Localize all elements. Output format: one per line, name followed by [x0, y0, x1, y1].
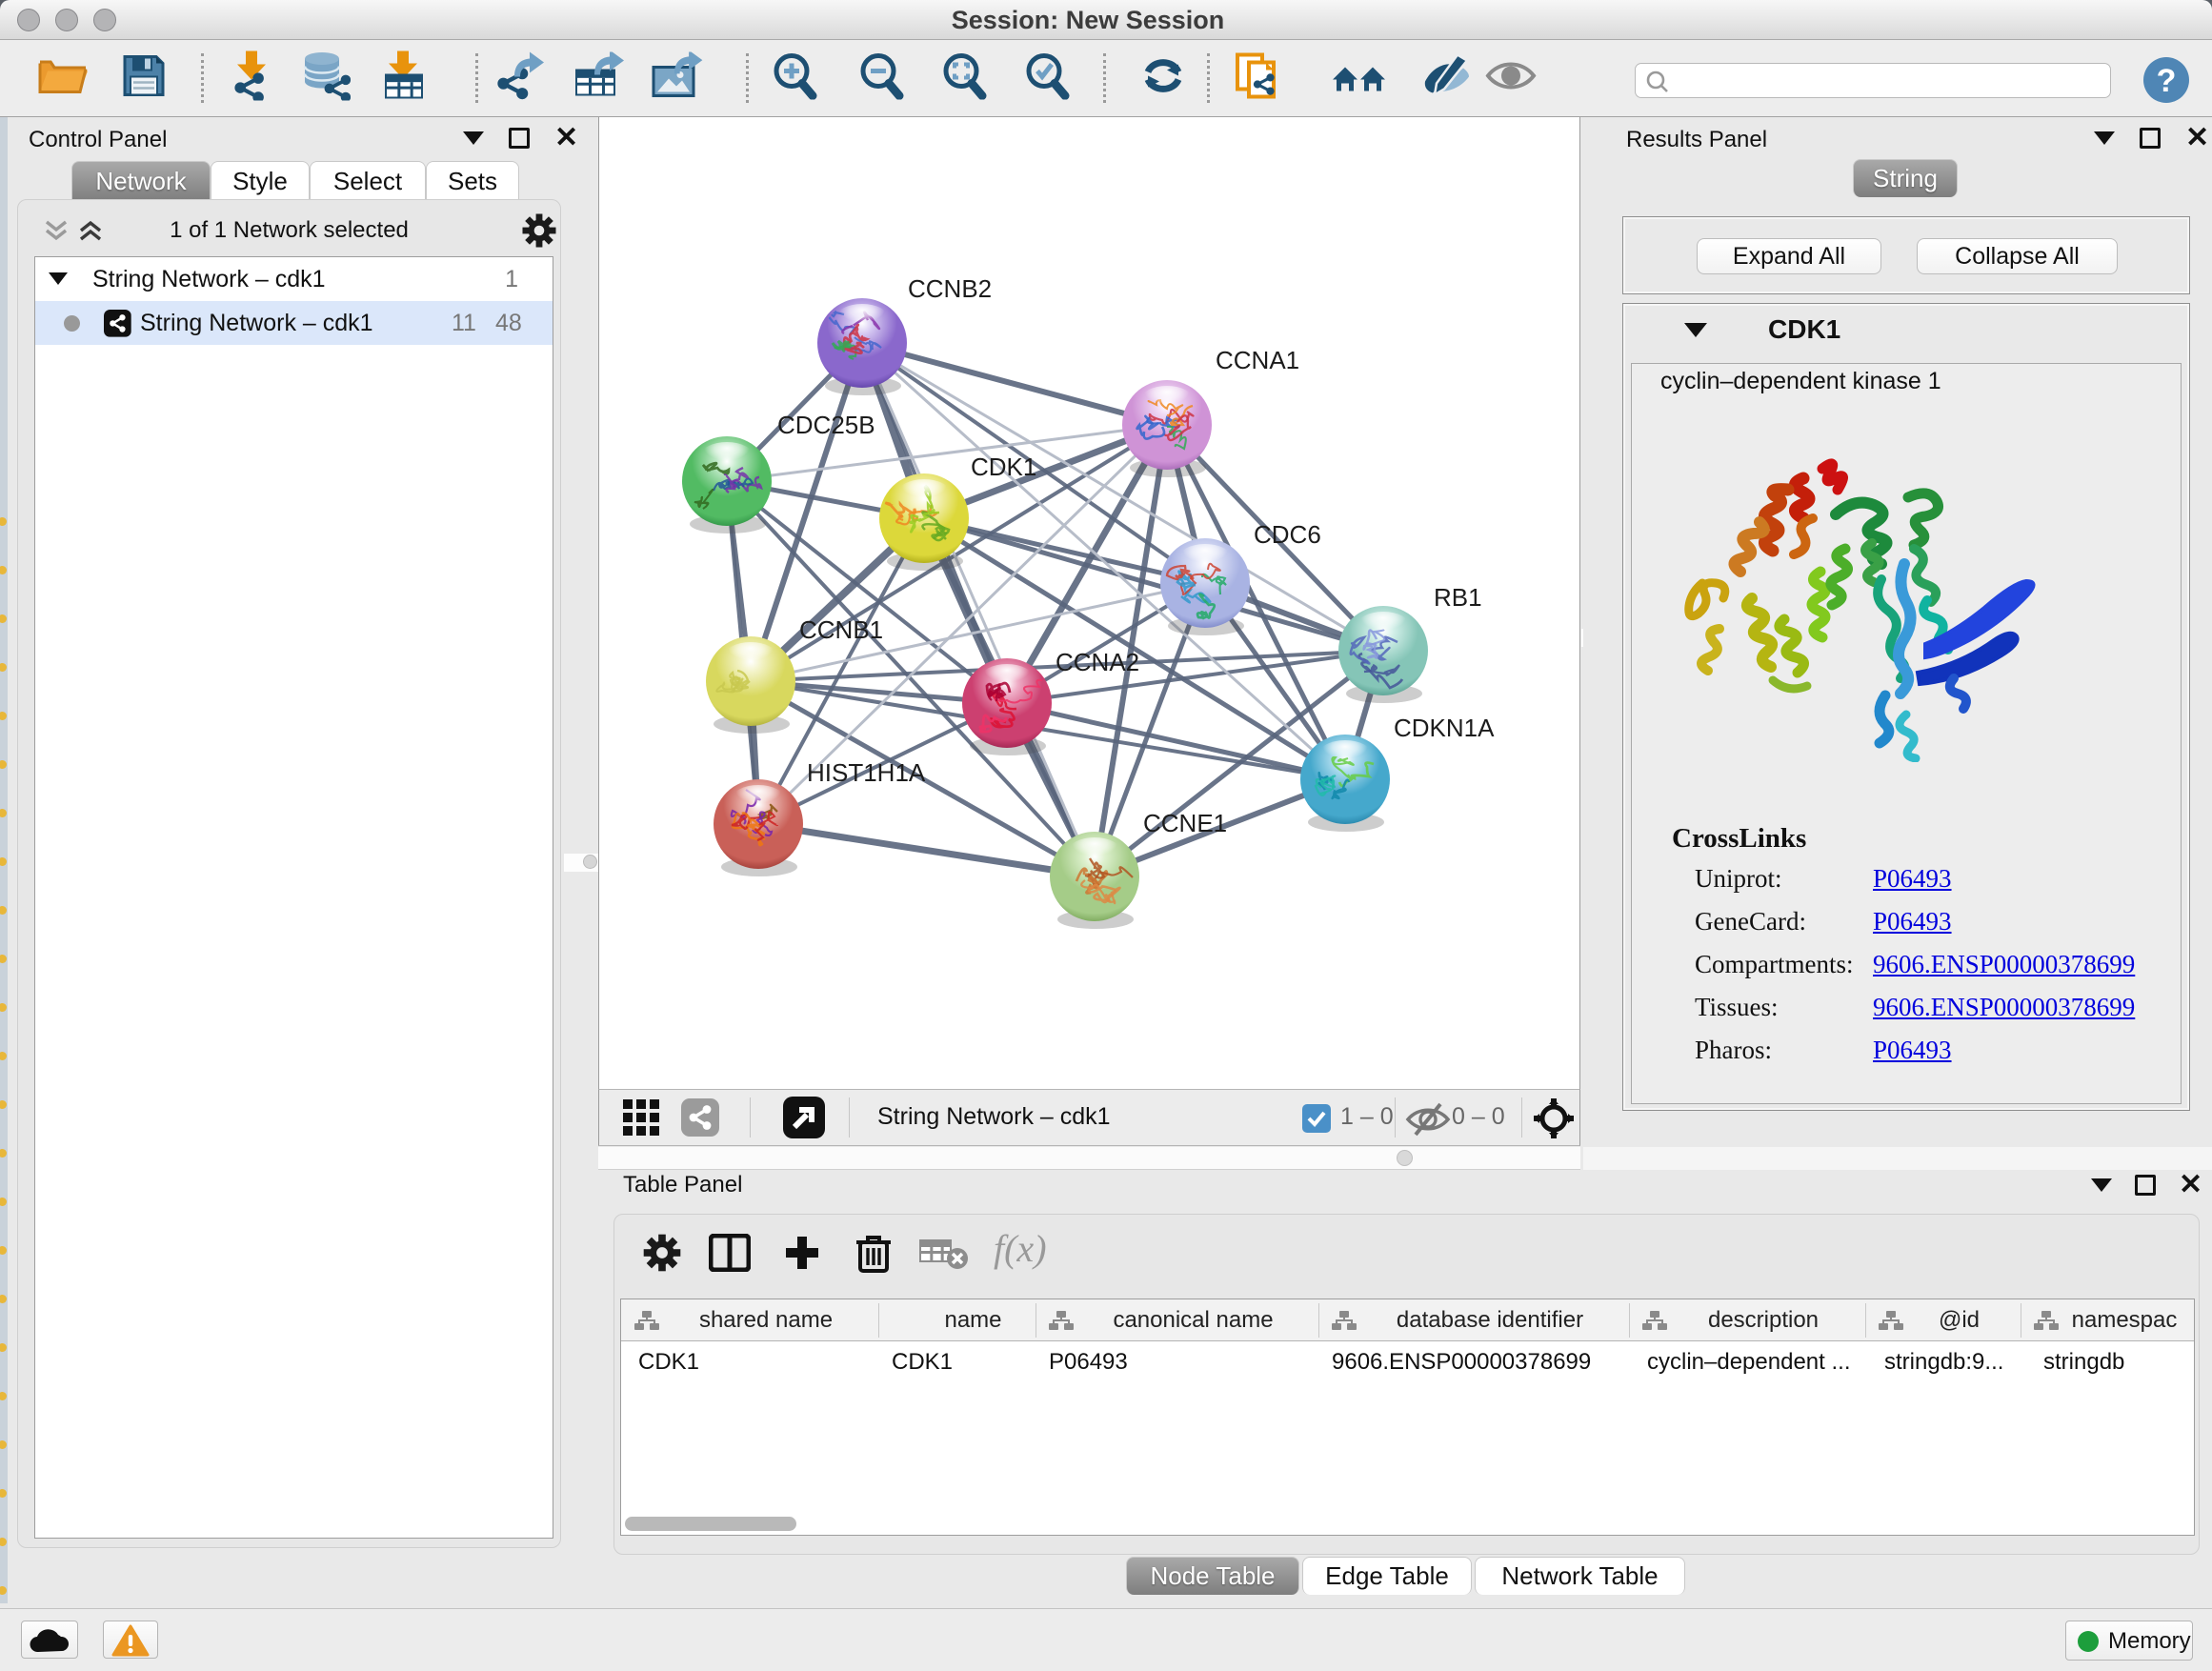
svg-text:HIST1H1A: HIST1H1A: [807, 758, 926, 787]
svg-text:CDK1: CDK1: [971, 453, 1036, 481]
svg-text:CCNB1: CCNB1: [799, 615, 883, 644]
svg-text:CDC25B: CDC25B: [777, 411, 875, 439]
svg-text:CCNE1: CCNE1: [1143, 809, 1227, 837]
svg-text:CCNB2: CCNB2: [908, 274, 992, 303]
svg-text:CDC6: CDC6: [1254, 520, 1321, 549]
svg-text:RB1: RB1: [1434, 583, 1482, 612]
svg-text:CCNA1: CCNA1: [1216, 346, 1299, 374]
svg-text:CCNA2: CCNA2: [1056, 648, 1139, 676]
svg-text:CDKN1A: CDKN1A: [1394, 714, 1495, 742]
svg-text:?: ?: [2157, 63, 2177, 99]
